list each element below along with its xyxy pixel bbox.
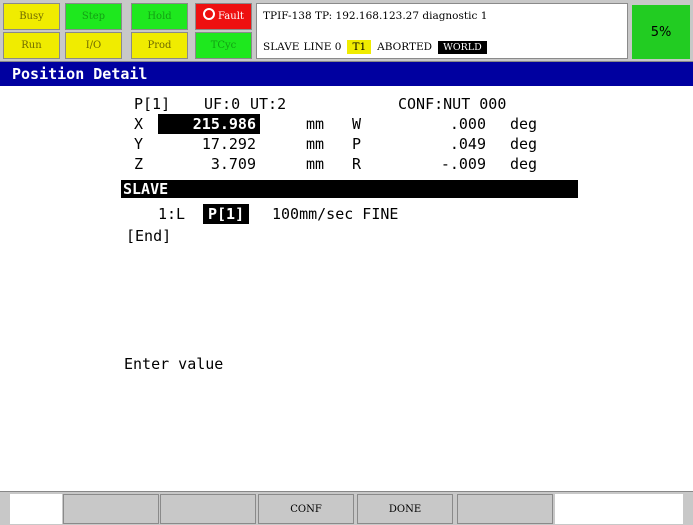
- tcyc-label: TCyc: [210, 40, 237, 51]
- conf-key[interactable]: CONF: [258, 494, 354, 524]
- io-label: I/O: [85, 40, 102, 51]
- axis-w-unit: deg: [510, 115, 538, 133]
- busy-indicator: Busy: [3, 3, 60, 30]
- axis-p-value[interactable]: .049: [400, 134, 486, 154]
- program-line-motion[interactable]: 100mm/sec FINE: [272, 204, 398, 224]
- status-info-box: TPIF-138 TP: 192.168.123.27 diagnostic 1…: [256, 3, 628, 59]
- execution-state: ABORTED: [377, 41, 433, 53]
- function-key-bar: CONF DONE: [0, 491, 693, 525]
- busy-label: Busy: [19, 11, 44, 22]
- position-ref: P[1]: [134, 95, 171, 113]
- line-number: LINE 0: [303, 41, 342, 53]
- page-title: Position Detail: [12, 65, 148, 83]
- program-header-bar: SLAVE: [121, 180, 578, 198]
- fault-ring-icon: [203, 7, 216, 20]
- user-tool: UT:2: [250, 95, 287, 113]
- fkey-spacer-left: [10, 494, 62, 524]
- user-frame: UF:0: [204, 95, 241, 113]
- mode-badge: T1: [347, 40, 372, 54]
- program-name: SLAVE: [263, 41, 300, 53]
- fault-indicator: Fault: [195, 3, 252, 30]
- run-indicator: Run: [3, 32, 60, 59]
- status-header: Busy Step Hold Fault Run I/O Prod TCyc T…: [0, 0, 693, 62]
- axis-x-label: X: [134, 115, 144, 133]
- position-detail-panel: P[1] UF:0 UT:2 CONF:NUT 000 X 215.986 mm…: [0, 86, 693, 491]
- axis-x-unit: mm: [306, 115, 325, 133]
- prod-label: Prod: [147, 40, 172, 51]
- override-percent[interactable]: 5%: [632, 5, 690, 59]
- hold-label: Hold: [147, 11, 172, 22]
- program-line-position[interactable]: P[1]: [203, 204, 250, 224]
- axis-y-value[interactable]: 17.292: [158, 134, 260, 154]
- program-status-line: SLAVE LINE 0 T1 ABORTED WORLD: [263, 40, 489, 54]
- axis-y-label: Y: [134, 135, 144, 153]
- axis-r-unit: deg: [510, 155, 538, 173]
- program-line-number[interactable]: 1:L: [158, 204, 185, 224]
- axis-w-value[interactable]: .000: [400, 114, 486, 134]
- hold-indicator: Hold: [131, 3, 188, 30]
- axis-p-unit: deg: [510, 135, 538, 153]
- done-key[interactable]: DONE: [357, 494, 453, 524]
- fkey-spacer-right: [555, 494, 683, 524]
- axis-r-label: R: [352, 155, 362, 173]
- configuration[interactable]: CONF:NUT 000: [398, 94, 506, 114]
- input-prompt: Enter value: [124, 355, 224, 373]
- title-bar: Position Detail: [0, 62, 693, 86]
- axis-z-value[interactable]: 3.709: [158, 154, 260, 174]
- fault-label: Fault: [218, 11, 244, 22]
- axis-y-unit: mm: [306, 135, 325, 153]
- f1-key[interactable]: [63, 494, 159, 524]
- axis-r-value[interactable]: -.009: [400, 154, 486, 174]
- connection-info: TPIF-138 TP: 192.168.123.27 diagnostic 1: [263, 10, 488, 22]
- prod-indicator: Prod: [131, 32, 188, 59]
- run-label: Run: [21, 40, 42, 51]
- axis-w-label: W: [352, 115, 362, 133]
- io-indicator: I/O: [65, 32, 122, 59]
- tcyc-indicator: TCyc: [195, 32, 252, 59]
- step-label: Step: [81, 11, 106, 22]
- coord-frame-badge: WORLD: [438, 40, 487, 54]
- axis-x-value[interactable]: 215.986: [158, 114, 260, 134]
- axis-p-label: P: [352, 135, 362, 153]
- f2-key[interactable]: [160, 494, 256, 524]
- axis-z-unit: mm: [306, 155, 325, 173]
- step-indicator: Step: [65, 3, 122, 30]
- f5-key[interactable]: [457, 494, 553, 524]
- axis-z-label: Z: [134, 155, 144, 173]
- program-end-marker: [End]: [126, 227, 172, 245]
